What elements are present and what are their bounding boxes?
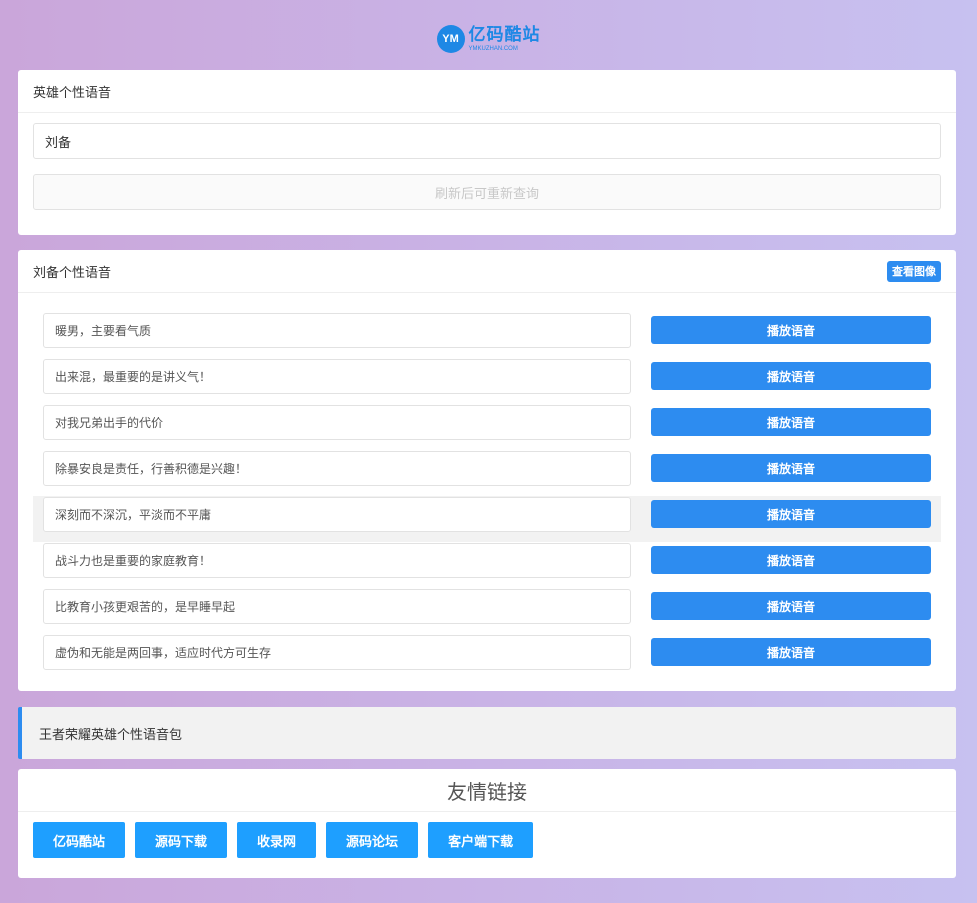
play-voice-button[interactable]: 播放语音 (651, 500, 931, 528)
play-voice-button[interactable]: 播放语音 (651, 546, 931, 574)
friend-link[interactable]: 亿码酷站 (33, 822, 126, 858)
voice-quote[interactable]: 对我兄弟出手的代价 (43, 405, 631, 440)
voice-quote[interactable]: 比教育小孩更艰苦的，是早睡早起 (43, 589, 631, 624)
logo-title: 亿码酷站 (468, 24, 541, 45)
friend-links-title: 友情链接 (447, 779, 527, 804)
voice-quote[interactable]: 虚伪和无能是两回事，适应时代方可生存 (43, 635, 631, 670)
voice-row: 暖男，主要看气质 播放语音 (33, 312, 941, 358)
hero-name-input[interactable]: 刘备 (33, 123, 941, 159)
play-voice-button[interactable]: 播放语音 (651, 592, 931, 620)
view-image-button[interactable]: 查看图像 (887, 260, 941, 282)
notice-text: 王者荣耀英雄个性语音包 (39, 727, 183, 743)
logo-subtitle: YMKUZHAN.COM (468, 45, 518, 52)
query-button[interactable]: 刷新后可重新查询 (33, 174, 941, 210)
search-card-header: 英雄个性语音 (18, 70, 956, 113)
notice-banner: 王者荣耀英雄个性语音包 (18, 707, 956, 759)
voice-row: 虚伪和无能是两回事，适应时代方可生存 播放语音 (33, 634, 941, 680)
voice-row: 战斗力也是重要的家庭教育！ 播放语音 (33, 542, 941, 588)
voice-row: 除暴安良是责任，行善积德是兴趣！ 播放语音 (33, 450, 941, 496)
voice-row: 出来混，最重要的是讲义气！ 播放语音 (33, 358, 941, 404)
friend-link[interactable]: 客户端下载 (428, 822, 534, 858)
voice-quote[interactable]: 出来混，最重要的是讲义气！ (43, 359, 631, 394)
voice-quote[interactable]: 除暴安良是责任，行善积德是兴趣！ (43, 451, 631, 486)
friend-link[interactable]: 源码论坛 (326, 822, 419, 858)
voice-row: 深刻而不深沉，平淡而不平庸 播放语音 (33, 496, 941, 542)
play-voice-button[interactable]: 播放语音 (651, 454, 931, 482)
result-card: 刘备个性语音 查看图像 暖男，主要看气质 播放语音 出来混，最重要的是讲义气！ … (18, 250, 956, 691)
voice-row: 对我兄弟出手的代价 播放语音 (33, 404, 941, 450)
play-voice-button[interactable]: 播放语音 (651, 638, 931, 666)
voice-list: 暖男，主要看气质 播放语音 出来混，最重要的是讲义气！ 播放语音 对我兄弟出手的… (33, 312, 941, 680)
site-logo[interactable]: YM 亿码酷站 YMKUZHAN.COM (0, 22, 977, 56)
voice-row: 比教育小孩更艰苦的，是早睡早起 播放语音 (33, 588, 941, 634)
friend-link[interactable]: 收录网 (237, 822, 317, 858)
play-voice-button[interactable]: 播放语音 (651, 316, 931, 344)
friend-links-header: 友情链接 (18, 769, 956, 812)
play-voice-button[interactable]: 播放语音 (651, 362, 931, 390)
search-card: 英雄个性语音 刘备 刷新后可重新查询 (18, 70, 956, 235)
friend-links-card: 友情链接 亿码酷站 源码下载 收录网 源码论坛 客户端下载 (18, 769, 956, 878)
result-card-title: 刘备个性语音 (33, 265, 112, 281)
logo-mark-icon: YM (436, 25, 465, 53)
voice-quote[interactable]: 战斗力也是重要的家庭教育！ (43, 543, 631, 578)
result-card-header: 刘备个性语音 查看图像 (18, 250, 956, 293)
voice-quote[interactable]: 暖男，主要看气质 (43, 313, 631, 348)
friend-link[interactable]: 源码下载 (135, 822, 228, 858)
friend-links-list: 亿码酷站 源码下载 收录网 源码论坛 客户端下载 (33, 822, 534, 858)
voice-quote[interactable]: 深刻而不深沉，平淡而不平庸 (43, 497, 631, 532)
search-card-title: 英雄个性语音 (33, 85, 112, 101)
play-voice-button[interactable]: 播放语音 (651, 408, 931, 436)
